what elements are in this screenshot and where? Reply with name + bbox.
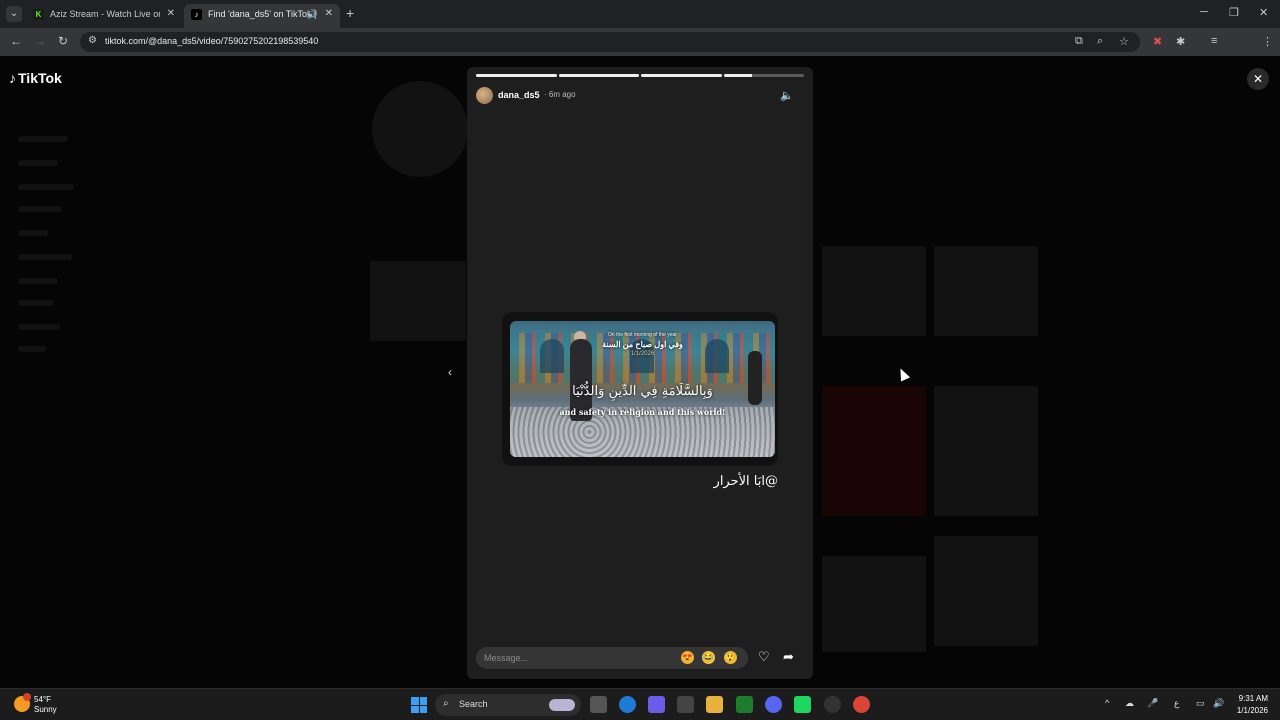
tab-search-button[interactable]: ⌄: [6, 6, 22, 22]
story-viewer: dana_ds5 · 6m ago 🔈 On the first morning…: [467, 67, 813, 679]
tab-title: Aziz Stream - Watch Live on Ki: [50, 9, 160, 19]
dimmed-video-tile: [370, 261, 466, 341]
dimmed-video-tile: [822, 246, 926, 336]
dimmed-video-tile: [934, 246, 1038, 336]
minimize-icon[interactable]: ─: [1200, 6, 1208, 18]
extensions-puzzle-icon[interactable]: ✱: [1176, 35, 1185, 48]
windows-start-icon[interactable]: [411, 697, 427, 713]
tab-tiktok[interactable]: ♪ Find 'dana_ds5' on TikTok | 🔊 ✕: [184, 4, 340, 28]
discord-icon[interactable]: [765, 696, 782, 713]
audio-playing-icon[interactable]: 🔊: [307, 4, 318, 24]
app-icon[interactable]: [824, 696, 841, 713]
message-box: 😍 😂 😲: [476, 647, 748, 669]
back-icon[interactable]: ←: [10, 34, 22, 48]
forward-icon[interactable]: →: [34, 34, 46, 48]
close-story-button[interactable]: ✕: [1247, 68, 1269, 90]
file-explorer-icon[interactable]: [706, 696, 723, 713]
tiktok-logo[interactable]: ♪ TikTok: [9, 70, 62, 86]
dimmed-profile-avatar: [372, 81, 468, 177]
extension-icon[interactable]: ✖: [1153, 35, 1162, 48]
dimmed-video-tile: [822, 386, 926, 516]
like-heart-icon[interactable]: ♡: [758, 649, 770, 665]
copilot-icon[interactable]: [648, 696, 665, 713]
search-highlight-art: [549, 699, 575, 711]
clock-time[interactable]: 9:31 AM: [1236, 694, 1268, 703]
edge-icon[interactable]: [619, 696, 636, 713]
task-view-icon[interactable]: [590, 696, 607, 713]
heart-eyes-emoji-icon[interactable]: 😍: [681, 651, 694, 664]
browser-tab-strip: ⌄ K Aziz Stream - Watch Live on Ki ✕ ♪ F…: [0, 0, 1280, 28]
taskbar-search[interactable]: ⌕ Search: [435, 694, 581, 716]
maximize-icon[interactable]: ❐: [1229, 6, 1239, 19]
message-input[interactable]: [484, 651, 664, 665]
caption-date: 1/1/2026: [630, 351, 655, 357]
search-icon: ⌕: [443, 698, 449, 709]
search-label: Search: [459, 699, 488, 709]
story-photo: On the first morning of the year وفي اول…: [510, 321, 775, 457]
weather-condition[interactable]: Sunny: [34, 705, 57, 714]
story-timestamp: · 6m ago: [544, 90, 576, 99]
bookmark-star-icon[interactable]: ☆: [1119, 35, 1129, 48]
caption-arabic-main: وَبِالسَّلَامَةِ فِي الدِّينِ وَالدُّنْي…: [572, 384, 713, 399]
surprised-emoji-icon[interactable]: 😲: [724, 651, 737, 664]
logo-text: TikTok: [18, 70, 62, 86]
store-icon[interactable]: [677, 696, 694, 713]
app-icon[interactable]: [794, 696, 811, 713]
mouse-cursor-icon: [895, 366, 911, 382]
speaker-icon[interactable]: 🔊: [1213, 698, 1224, 709]
story-media[interactable]: On the first morning of the year وفي اول…: [502, 312, 778, 466]
new-tab-button[interactable]: +: [346, 5, 354, 21]
tab-kick-stream[interactable]: K Aziz Stream - Watch Live on Ki ✕: [26, 4, 182, 28]
zoom-icon[interactable]: ⌕: [1097, 35, 1103, 48]
windows-taskbar: 54°F Sunny ⌕ Search ^ ☁ 🎤 ع ▭ 🔊 9:31 AM …: [0, 688, 1280, 720]
site-info-icon[interactable]: ⚙: [88, 35, 97, 46]
progress-segment: [558, 74, 639, 77]
microphone-icon[interactable]: 🎤: [1147, 698, 1158, 709]
progress-segment: [723, 74, 804, 77]
weather-temperature[interactable]: 54°F: [34, 695, 51, 704]
clock-date[interactable]: 1/1/2026: [1228, 706, 1268, 715]
url-text: tiktok.com/@dana_ds5/video/7590275202198…: [105, 36, 319, 46]
progress-segment: [641, 74, 722, 77]
address-bar[interactable]: ⚙ tiktok.com/@dana_ds5/video/75902752021…: [80, 32, 1140, 52]
story-mention-text: @ابَا الأحرار: [713, 474, 778, 489]
reload-icon[interactable]: ↻: [58, 34, 68, 48]
browser-toolbar: ← → ↻ ⚙ tiktok.com/@dana_ds5/video/75902…: [0, 28, 1280, 76]
chrome-icon[interactable]: [853, 696, 870, 713]
tiktok-note-icon: ♪: [9, 70, 16, 86]
close-tab-icon[interactable]: ✕: [325, 4, 333, 24]
browser-menu-icon[interactable]: ⋮: [1262, 35, 1273, 48]
weather-alert-badge: [23, 693, 31, 701]
media-control-icon[interactable]: ≡: [1211, 35, 1217, 47]
avatar[interactable]: [476, 87, 493, 104]
caption-english-main: and safety in religion and this world!: [559, 407, 726, 417]
tiktok-page: ♪ TikTok ✕ ‹ dana_ds5 · 6m ago 🔈 On the …: [0, 56, 1280, 688]
story-username[interactable]: dana_ds5: [498, 90, 540, 100]
volume-icon[interactable]: 🔈: [780, 89, 794, 102]
kick-icon: K: [33, 9, 44, 20]
story-header: dana_ds5 · 6m ago 🔈: [476, 87, 804, 105]
window-close-icon[interactable]: ✕: [1259, 6, 1268, 19]
tiktok-icon: ♪: [191, 9, 202, 20]
xbox-icon[interactable]: [736, 696, 753, 713]
tab-title: Find 'dana_ds5' on TikTok |: [208, 9, 317, 19]
caption-arabic-top: وفي اول صباح من السنة: [602, 340, 683, 349]
dimmed-video-tile: [934, 536, 1038, 646]
caption-english-top: On the first morning of the year: [608, 332, 677, 338]
story-reply-bar: 😍 😂 😲 ♡ ➦: [476, 647, 804, 669]
close-tab-icon[interactable]: ✕: [167, 4, 175, 24]
tray-chevron-icon[interactable]: ^: [1105, 698, 1109, 708]
cloud-icon[interactable]: ☁: [1125, 698, 1134, 709]
dimmed-video-tile: [822, 556, 926, 652]
language-icon[interactable]: ع: [1174, 698, 1179, 709]
laughing-emoji-icon[interactable]: 😂: [702, 651, 715, 664]
progress-segment: [476, 74, 557, 77]
network-icon[interactable]: ▭: [1196, 698, 1205, 709]
install-app-icon[interactable]: ⧉: [1075, 35, 1083, 48]
previous-story-chevron-icon[interactable]: ‹: [441, 363, 459, 381]
share-arrow-icon[interactable]: ➦: [783, 649, 794, 665]
dimmed-video-tile: [934, 386, 1038, 516]
story-progress: [476, 74, 804, 77]
